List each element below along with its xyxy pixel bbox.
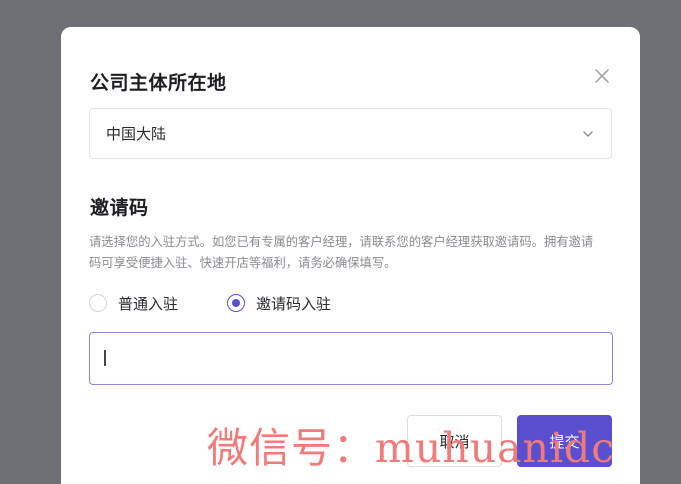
region-select-value: 中国大陆 <box>106 125 167 143</box>
chevron-down-icon <box>583 131 593 137</box>
radio-label: 普通入驻 <box>118 294 179 313</box>
close-button[interactable] <box>591 65 613 87</box>
invite-code-input[interactable] <box>89 332 613 385</box>
radio-icon <box>89 294 107 312</box>
join-method-radio-group: 普通入驻 邀请码入驻 <box>89 291 489 315</box>
radio-label: 邀请码入驻 <box>256 294 332 313</box>
region-title: 公司主体所在地 <box>90 72 227 94</box>
close-icon <box>595 69 609 83</box>
invite-description: 请选择您的入驻方式。如您已有专属的客户经理，请联系您的客户经理获取邀请码。拥有邀… <box>89 235 594 270</box>
radio-icon <box>227 294 245 312</box>
radio-invite-join[interactable]: 邀请码入驻 <box>227 291 331 315</box>
radio-normal-join[interactable]: 普通入驻 <box>89 291 178 315</box>
invite-code-title: 邀请码 <box>90 197 149 219</box>
text-caret <box>104 350 106 366</box>
watermark: 微信号：muhuanidc <box>207 424 616 472</box>
region-select[interactable]: 中国大陆 <box>89 108 612 159</box>
